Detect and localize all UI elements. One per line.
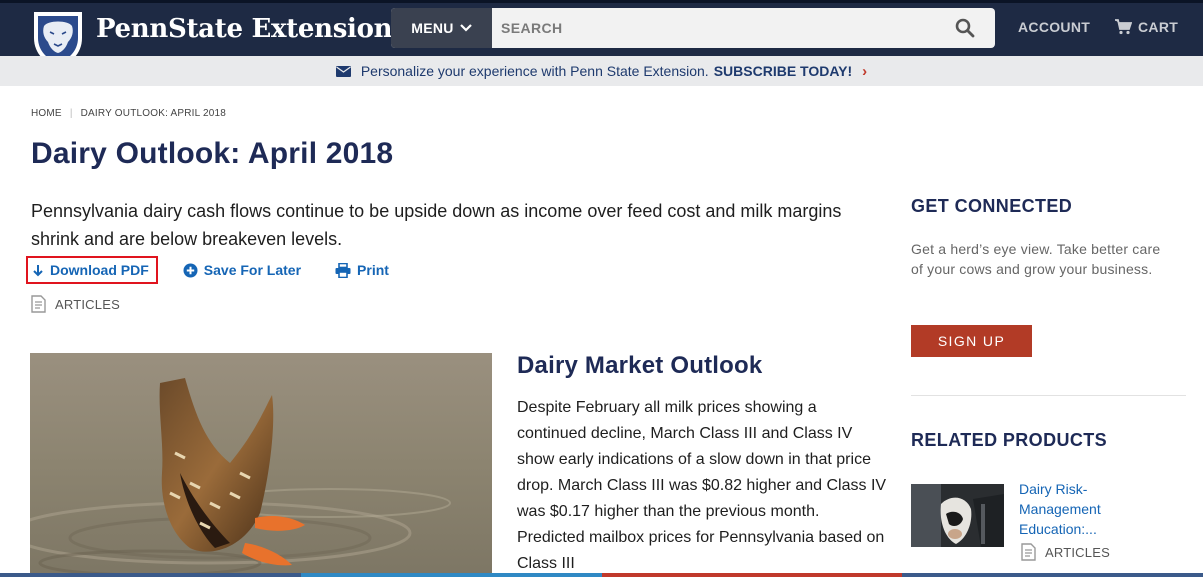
search-icon[interactable] bbox=[955, 18, 975, 38]
cart-label: CART bbox=[1138, 19, 1179, 35]
duck-diving-photo bbox=[30, 353, 492, 577]
article-actions: Download PDF Save For Later Print bbox=[26, 256, 389, 284]
strip-segment bbox=[300, 573, 602, 577]
brand-name[interactable]: PennState Extension bbox=[96, 14, 393, 44]
header-topline bbox=[0, 0, 1203, 3]
menu-button[interactable]: MENU bbox=[391, 8, 492, 48]
download-pdf-button[interactable]: Download PDF bbox=[26, 256, 158, 284]
page-title: Dairy Outlook: April 2018 bbox=[31, 137, 394, 170]
document-icon bbox=[31, 295, 46, 313]
printer-icon bbox=[335, 262, 351, 278]
breadcrumb: HOME | DAIRY OUTLOOK: APRIL 2018 bbox=[31, 108, 226, 119]
search-input[interactable] bbox=[501, 8, 941, 48]
get-connected-heading: GET CONNECTED bbox=[911, 196, 1073, 216]
breadcrumb-home[interactable]: HOME bbox=[31, 108, 62, 119]
document-icon bbox=[1021, 543, 1036, 561]
plus-circle-icon bbox=[183, 263, 198, 277]
subscribe-promo-bar: Personalize your experience with Penn St… bbox=[0, 56, 1203, 86]
account-link[interactable]: ACCOUNT bbox=[1018, 19, 1090, 35]
sidebar-divider bbox=[911, 395, 1186, 396]
cart-link[interactable]: CART bbox=[1114, 19, 1178, 35]
chevron-right-icon[interactable]: › bbox=[862, 63, 867, 80]
strip-segment bbox=[0, 573, 301, 577]
get-connected-text: Get a herd’s eye view. Take better care … bbox=[911, 241, 1161, 277]
save-for-later-label: Save For Later bbox=[203, 262, 302, 278]
bottom-color-strip bbox=[0, 573, 1203, 577]
related-product-link[interactable]: Dairy Risk-Management Education:... bbox=[1019, 479, 1139, 539]
search-bar: MENU bbox=[391, 8, 995, 48]
strip-segment bbox=[601, 573, 903, 577]
save-for-later-button[interactable]: Save For Later bbox=[183, 262, 301, 278]
breadcrumb-separator: | bbox=[69, 108, 73, 119]
duck-photo-illustration bbox=[30, 353, 492, 577]
section-title: Dairy Market Outlook bbox=[517, 352, 763, 379]
subscribe-today-link[interactable]: SUBSCRIBE TODAY! bbox=[714, 63, 852, 79]
print-label: Print bbox=[357, 262, 389, 278]
arrow-down-icon bbox=[33, 264, 43, 276]
related-product-category: ARTICLES bbox=[1021, 543, 1110, 561]
article-category: ARTICLES bbox=[31, 295, 120, 313]
promo-text: Personalize your experience with Penn St… bbox=[360, 63, 709, 79]
strip-segment bbox=[902, 573, 1203, 577]
related-product-category-label: ARTICLES bbox=[1045, 544, 1110, 560]
print-button[interactable]: Print bbox=[335, 262, 389, 278]
sign-up-button[interactable]: SIGN UP bbox=[911, 325, 1032, 357]
section-body: Despite February all milk prices showing… bbox=[517, 399, 887, 572]
related-products-heading: RELATED PRODUCTS bbox=[911, 430, 1108, 450]
cart-icon bbox=[1115, 19, 1132, 35]
menu-label: MENU bbox=[411, 20, 454, 36]
category-label[interactable]: ARTICLES bbox=[55, 297, 120, 312]
article-intro: Pennsylvania dairy cash flows continue t… bbox=[31, 201, 842, 249]
product-thumbnail[interactable] bbox=[911, 484, 1004, 547]
breadcrumb-current: DAIRY OUTLOOK: APRIL 2018 bbox=[80, 108, 227, 119]
cow-photo-illustration bbox=[911, 484, 1004, 547]
download-pdf-label: Download PDF bbox=[50, 262, 149, 278]
envelope-icon bbox=[335, 65, 351, 77]
chevron-down-icon bbox=[459, 24, 472, 32]
site-header: PennState Extension MENU ACCOUNT CART bbox=[0, 0, 1203, 68]
